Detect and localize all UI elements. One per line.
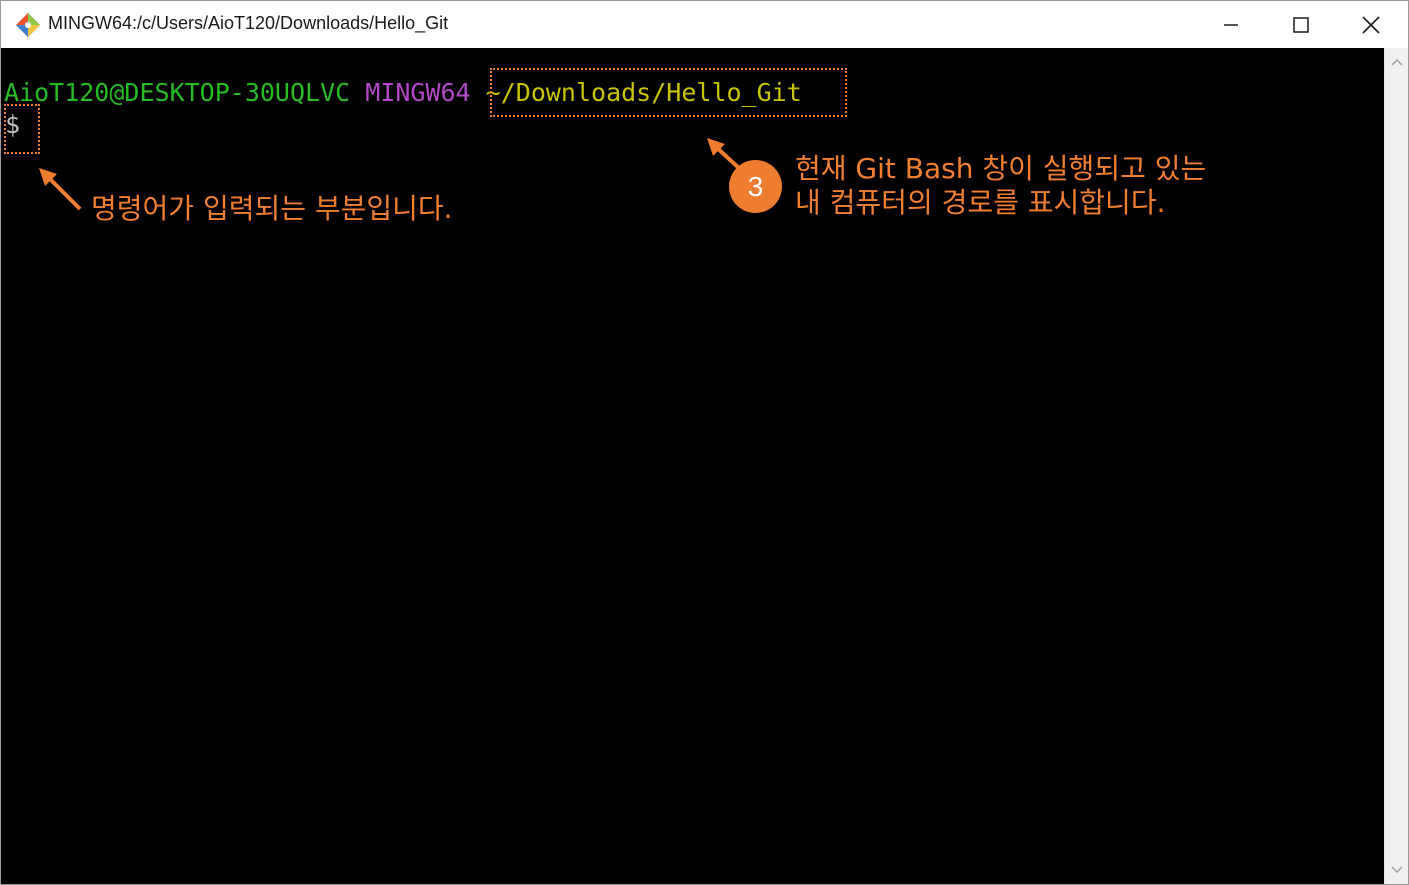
user-host: AioT120@DESKTOP-30UQLVC bbox=[4, 78, 351, 107]
step-badge: 3 bbox=[729, 160, 782, 213]
path-annotation-line1: 현재 Git Bash 창이 실행되고 있는 bbox=[795, 152, 1207, 185]
command-arrow bbox=[39, 168, 82, 211]
scroll-down-button[interactable] bbox=[1385, 858, 1408, 882]
vertical-scrollbar[interactable] bbox=[1384, 48, 1408, 884]
path-annotation: 현재 Git Bash 창이 실행되고 있는 내 컴퓨터의 경로를 표시합니다. bbox=[795, 152, 1206, 220]
maximize-icon bbox=[1293, 16, 1309, 33]
path-highlight-box bbox=[490, 68, 847, 117]
window-title: MINGW64:/c/Users/AioT120/Downloads/Hello… bbox=[48, 13, 449, 33]
minimize-button[interactable] bbox=[1196, 1, 1266, 48]
minimize-icon bbox=[1224, 23, 1238, 26]
chevron-down-icon bbox=[1390, 866, 1403, 874]
close-icon bbox=[1362, 15, 1380, 34]
git-bash-window: MINGW64:/c/Users/AioT120/Downloads/Hello… bbox=[0, 0, 1409, 885]
title-bar[interactable]: MINGW64:/c/Users/AioT120/Downloads/Hello… bbox=[1, 1, 1408, 48]
prompt-highlight-box bbox=[4, 104, 40, 154]
shell-name: MINGW64 bbox=[365, 78, 471, 107]
path-arrow bbox=[707, 138, 743, 172]
path-annotation-line2: 내 컴퓨터의 경로를 표시합니다. bbox=[795, 186, 1166, 219]
chevron-up-icon bbox=[1390, 58, 1403, 66]
terminal-area[interactable]: AioT120@DESKTOP-30UQLVC MINGW64 ~/Downlo… bbox=[1, 48, 1384, 884]
git-logo-icon bbox=[16, 13, 40, 37]
maximize-button[interactable] bbox=[1266, 1, 1336, 48]
command-annotation: 명령어가 입력되는 부분입니다. bbox=[91, 192, 453, 225]
scroll-up-button[interactable] bbox=[1385, 50, 1408, 74]
close-button[interactable] bbox=[1336, 1, 1406, 48]
